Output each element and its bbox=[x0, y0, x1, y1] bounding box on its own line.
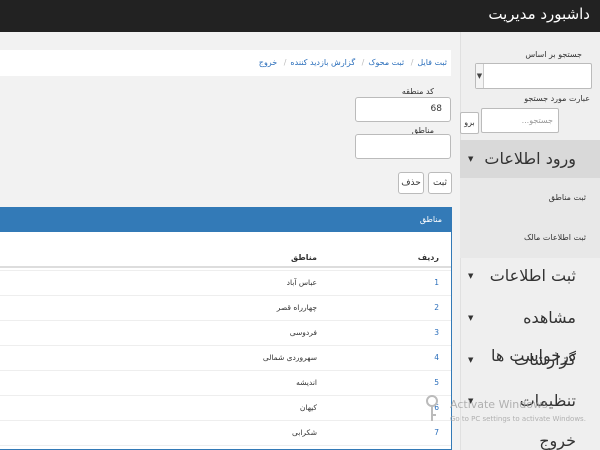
area-code-field[interactable]: 68 bbox=[355, 97, 451, 122]
menu-item-logout[interactable]: خروج bbox=[460, 422, 600, 450]
caret-down-icon: ▼ bbox=[468, 314, 474, 322]
row-number: 1 bbox=[434, 278, 439, 287]
table-header: ردیف مناطق bbox=[0, 248, 451, 268]
menu-item-label: خروج bbox=[539, 431, 576, 450]
row-number: 7 bbox=[434, 428, 439, 437]
caret-down-icon: ▼ bbox=[468, 155, 474, 163]
sidebar-search: جستجو بر اساس bbox=[461, 32, 600, 59]
menu-item-settings[interactable]: تنظیمات ▼ bbox=[460, 382, 600, 420]
panel-title: مناطق bbox=[0, 208, 451, 232]
main-content: ثبت فایل/ ثبت محوک/ گزارش بازدید کننده/ … bbox=[0, 32, 460, 450]
menu-item-label: ثبت اطلاعات bbox=[489, 266, 576, 285]
sidebar: جستجو بر اساس ▼ عبارت مورد جستجو جستجو..… bbox=[460, 32, 600, 450]
search-go-button[interactable]: برو bbox=[460, 112, 479, 134]
breadcrumb-link-register-file[interactable]: ثبت فایل bbox=[417, 58, 447, 67]
search-phrase-label: عبارت مورد جستجو bbox=[524, 94, 590, 103]
caret-down-icon: ▼ bbox=[468, 356, 474, 364]
search-criteria-label: جستجو بر اساس bbox=[525, 50, 582, 59]
breadcrumb: ثبت فایل/ ثبت محوک/ گزارش بازدید کننده/ … bbox=[0, 50, 451, 76]
menu-item-base-info[interactable]: ورود اطلاعات پایه ▼ bbox=[460, 140, 600, 206]
column-header-name: مناطق bbox=[291, 253, 317, 262]
search-criteria-select[interactable]: ▼ bbox=[475, 63, 592, 89]
row-number: 6 bbox=[434, 403, 439, 412]
caret-down-icon: ▼ bbox=[468, 272, 474, 280]
table-row[interactable]: 1 عباس آباد bbox=[0, 270, 451, 295]
row-number: 2 bbox=[434, 303, 439, 312]
chevron-down-icon: ▼ bbox=[476, 64, 484, 88]
menu-item-reports[interactable]: گزارشات ▼ bbox=[460, 341, 600, 379]
menu-item-label: گزارشات bbox=[514, 350, 576, 369]
submenu-item-register-owner[interactable]: ثبت اطلاعات مالک bbox=[460, 218, 600, 258]
menu-item-label: تنظیمات bbox=[519, 391, 576, 410]
row-number: 5 bbox=[434, 378, 439, 387]
row-area-name: سهروردی شمالی bbox=[262, 353, 317, 362]
row-area-name: فردوسی bbox=[289, 328, 317, 337]
breadcrumb-link-logout[interactable]: خروج bbox=[259, 58, 277, 67]
table-row[interactable]: 7 شکرابی bbox=[0, 420, 451, 445]
row-number: 3 bbox=[434, 328, 439, 337]
delete-button[interactable]: حذف bbox=[398, 172, 424, 194]
table-row[interactable]: 2 چهارراه قصر bbox=[0, 295, 451, 320]
breadcrumb-separator: / bbox=[283, 58, 287, 67]
breadcrumb-link-visitor-report[interactable]: گزارش بازدید کننده bbox=[290, 58, 355, 67]
menu-item-view-requests[interactable]: مشاهده درخواست ها ▼ bbox=[460, 299, 600, 365]
row-area-name: کیهان bbox=[299, 403, 317, 412]
table-row[interactable]: 4 سهروردی شمالی bbox=[0, 345, 451, 370]
search-input[interactable]: جستجو... bbox=[481, 108, 559, 133]
submit-button[interactable]: ثبت bbox=[428, 172, 452, 194]
table-row[interactable]: 5 اندیشه bbox=[0, 370, 451, 395]
app-title[interactable]: داشبورد مدیریت bbox=[488, 5, 590, 23]
area-name-field[interactable] bbox=[355, 134, 451, 159]
column-header-row: ردیف bbox=[417, 253, 439, 262]
area-code-label: کد منطقه bbox=[401, 87, 434, 96]
top-navbar: داشبورد مدیریت bbox=[0, 0, 600, 32]
submenu-base-info: ثبت مناطق ثبت اطلاعات مالک bbox=[460, 178, 600, 258]
areas-table-panel: مناطق ردیف مناطق 1 عباس آباد 2 چهارراه ق… bbox=[0, 207, 452, 450]
menu-item-register-info[interactable]: ثبت اطلاعات ▼ bbox=[460, 257, 600, 295]
breadcrumb-separator: / bbox=[410, 58, 414, 67]
table-row[interactable]: 3 فردوسی bbox=[0, 320, 451, 345]
row-area-name: عباس آباد bbox=[286, 278, 317, 287]
table-row[interactable]: 6 کیهان bbox=[0, 395, 451, 420]
breadcrumb-link-register[interactable]: ثبت محوک bbox=[368, 58, 404, 67]
row-area-name: اندیشه bbox=[296, 378, 317, 387]
row-area-name: چهارراه قصر bbox=[276, 303, 317, 312]
row-number: 4 bbox=[434, 353, 439, 362]
submenu-item-register-areas[interactable]: ثبت مناطق bbox=[460, 178, 600, 218]
caret-down-icon: ▼ bbox=[468, 397, 474, 405]
table-row[interactable]: 8 bbox=[0, 445, 451, 449]
breadcrumb-separator: / bbox=[361, 58, 365, 67]
row-area-name: شکرابی bbox=[292, 428, 317, 437]
